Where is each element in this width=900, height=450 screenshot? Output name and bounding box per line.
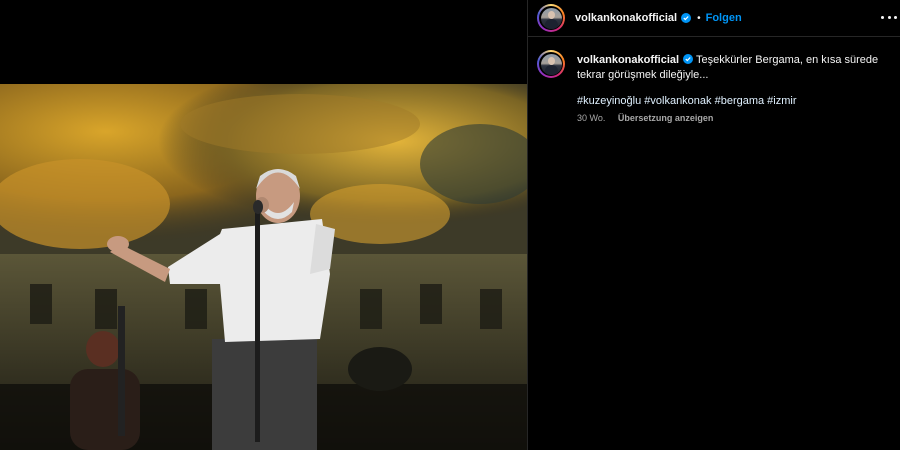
avatar-photo: [540, 7, 562, 29]
avatar-photo: [540, 53, 562, 75]
caption-meta: 30 Wo. Übersetzung anzeigen: [577, 113, 713, 123]
post-header: volkankonakofficial • Folgen: [528, 0, 900, 37]
header-username[interactable]: volkankonakofficial: [575, 12, 677, 24]
post-time[interactable]: 30 Wo.: [577, 113, 605, 123]
header-avatar[interactable]: [537, 4, 565, 32]
media-pane: [0, 0, 527, 450]
verified-badge-icon: [683, 54, 694, 64]
post-photo[interactable]: [0, 84, 527, 450]
header-separator: •: [697, 12, 701, 24]
caption-username[interactable]: volkankonakofficial: [577, 54, 679, 66]
more-dot: [894, 15, 897, 19]
more-options-icon[interactable]: [881, 10, 897, 24]
more-dot: [887, 15, 891, 19]
post-side-panel: volkankonakofficial • Folgen volkankonak…: [528, 0, 900, 450]
avatar-ring-inner: [539, 6, 563, 30]
more-dot: [881, 15, 884, 19]
translate-button[interactable]: Übersetzung anzeigen: [618, 113, 714, 123]
avatar-ring-inner: [539, 52, 563, 76]
verified-badge-icon: [681, 13, 692, 23]
caption-avatar[interactable]: [537, 50, 565, 78]
caption-hashtags[interactable]: #kuzeyinoğlu #volkankonak #bergama #izmi…: [577, 95, 797, 107]
concert-photo-illustration: [0, 84, 527, 450]
follow-button[interactable]: Folgen: [706, 12, 742, 24]
caption-body: volkankonakofficial Teşekkürler Bergama,…: [577, 53, 887, 83]
